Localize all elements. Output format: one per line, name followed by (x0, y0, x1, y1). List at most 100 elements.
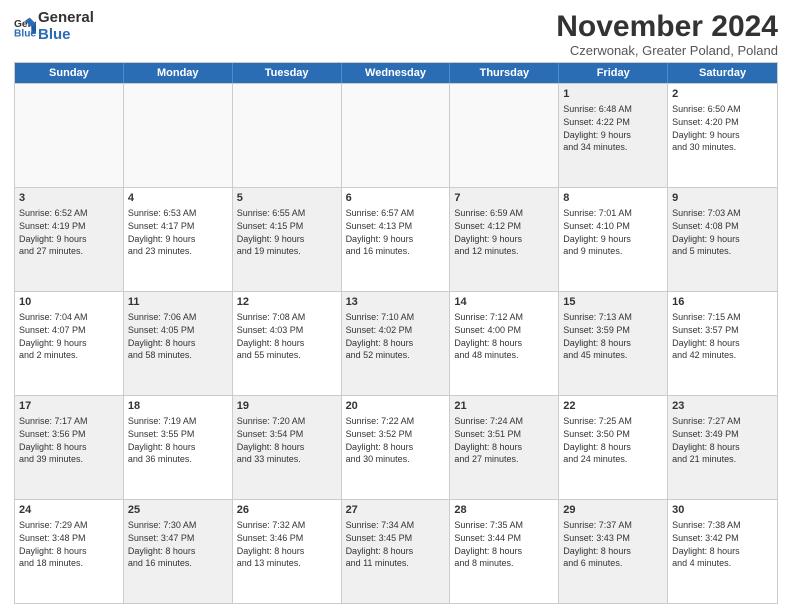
day-info: Sunrise: 6:59 AM Sunset: 4:12 PM Dayligh… (454, 208, 523, 257)
day-info: Sunrise: 7:35 AM Sunset: 3:44 PM Dayligh… (454, 520, 523, 569)
day-number: 18 (128, 399, 228, 414)
day-number: 19 (237, 399, 337, 414)
header-day-monday: Monday (124, 63, 233, 83)
calendar-day-15: 15 Sunrise: 7:13 AM Sunset: 3:59 PM Dayli… (559, 292, 668, 395)
day-info: Sunrise: 6:57 AM Sunset: 4:13 PM Dayligh… (346, 208, 415, 257)
day-info: Sunrise: 7:24 AM Sunset: 3:51 PM Dayligh… (454, 416, 523, 465)
day-info: Sunrise: 6:55 AM Sunset: 4:15 PM Dayligh… (237, 208, 306, 257)
day-number: 12 (237, 295, 337, 310)
calendar-row-4: 24 Sunrise: 7:29 AM Sunset: 3:48 PM Dayli… (15, 499, 777, 603)
day-number: 11 (128, 295, 228, 310)
title-block: November 2024 Czerwonak, Greater Poland,… (556, 10, 778, 58)
day-number: 6 (346, 191, 446, 206)
header-day-tuesday: Tuesday (233, 63, 342, 83)
svg-text:Blue: Blue (14, 28, 36, 38)
day-info: Sunrise: 7:30 AM Sunset: 3:47 PM Dayligh… (128, 520, 197, 569)
month-title: November 2024 (556, 10, 778, 43)
calendar: SundayMondayTuesdayWednesdayThursdayFrid… (14, 62, 778, 604)
header-row: General Blue General Blue November 2024 … (14, 10, 778, 58)
calendar-day-3: 3Sunrise: 6:52 AM Sunset: 4:19 PM Daylig… (15, 188, 124, 291)
calendar-empty-cell (450, 84, 559, 187)
day-info: Sunrise: 7:17 AM Sunset: 3:56 PM Dayligh… (19, 416, 88, 465)
day-number: 13 (346, 295, 446, 310)
day-number: 23 (672, 399, 773, 414)
calendar-row-3: 17Sunrise: 7:17 AM Sunset: 3:56 PM Dayli… (15, 395, 777, 499)
calendar-day-10: 10 Sunrise: 7:04 AM Sunset: 4:07 PM Dayli… (15, 292, 124, 395)
calendar-empty-cell (342, 84, 451, 187)
day-number: 16 (672, 295, 773, 310)
day-info: Sunrise: 7:29 AM Sunset: 3:48 PM Dayligh… (19, 520, 88, 569)
calendar-row-1: 3Sunrise: 6:52 AM Sunset: 4:19 PM Daylig… (15, 187, 777, 291)
calendar-day-21: 21 Sunrise: 7:24 AM Sunset: 3:51 PM Dayli… (450, 396, 559, 499)
day-number: 4 (128, 191, 228, 206)
calendar-day-4: 4 Sunrise: 6:53 AM Sunset: 4:17 PM Daylig… (124, 188, 233, 291)
subtitle: Czerwonak, Greater Poland, Poland (556, 43, 778, 58)
day-number: 24 (19, 503, 119, 518)
day-number: 2 (672, 87, 773, 102)
calendar-body: 1 Sunrise: 6:48 AM Sunset: 4:22 PM Daylig… (15, 83, 777, 603)
day-number: 5 (237, 191, 337, 206)
calendar-day-29: 29Sunrise: 7:37 AM Sunset: 3:43 PM Dayli… (559, 500, 668, 603)
day-info: Sunrise: 7:37 AM Sunset: 3:43 PM Dayligh… (563, 520, 632, 569)
day-info: Sunrise: 6:50 AM Sunset: 4:20 PM Dayligh… (672, 104, 741, 153)
day-info: Sunrise: 7:12 AM Sunset: 4:00 PM Dayligh… (454, 312, 523, 361)
calendar-day-22: 22 Sunrise: 7:25 AM Sunset: 3:50 PM Dayli… (559, 396, 668, 499)
day-number: 27 (346, 503, 446, 518)
day-number: 30 (672, 503, 773, 518)
calendar-row-0: 1 Sunrise: 6:48 AM Sunset: 4:22 PM Daylig… (15, 83, 777, 187)
logo-blue: Blue (38, 27, 94, 44)
calendar-day-20: 20Sunrise: 7:22 AM Sunset: 3:52 PM Dayli… (342, 396, 451, 499)
logo: General Blue General Blue (14, 10, 94, 43)
calendar-header: SundayMondayTuesdayWednesdayThursdayFrid… (15, 63, 777, 83)
day-info: Sunrise: 7:01 AM Sunset: 4:10 PM Dayligh… (563, 208, 632, 257)
day-info: Sunrise: 6:53 AM Sunset: 4:17 PM Dayligh… (128, 208, 197, 257)
day-number: 28 (454, 503, 554, 518)
day-info: Sunrise: 7:08 AM Sunset: 4:03 PM Dayligh… (237, 312, 306, 361)
header-day-sunday: Sunday (15, 63, 124, 83)
calendar-row-2: 10 Sunrise: 7:04 AM Sunset: 4:07 PM Dayli… (15, 291, 777, 395)
day-number: 8 (563, 191, 663, 206)
day-info: Sunrise: 7:10 AM Sunset: 4:02 PM Dayligh… (346, 312, 415, 361)
header-day-saturday: Saturday (668, 63, 777, 83)
day-info: Sunrise: 7:04 AM Sunset: 4:07 PM Dayligh… (19, 312, 88, 361)
calendar-empty-cell (233, 84, 342, 187)
header-day-friday: Friday (559, 63, 668, 83)
day-number: 15 (563, 295, 663, 310)
calendar-day-1: 1 Sunrise: 6:48 AM Sunset: 4:22 PM Daylig… (559, 84, 668, 187)
day-number: 10 (19, 295, 119, 310)
day-number: 1 (563, 87, 663, 102)
day-info: Sunrise: 6:52 AM Sunset: 4:19 PM Dayligh… (19, 208, 88, 257)
calendar-day-28: 28 Sunrise: 7:35 AM Sunset: 3:44 PM Dayli… (450, 500, 559, 603)
calendar-day-26: 26Sunrise: 7:32 AM Sunset: 3:46 PM Dayli… (233, 500, 342, 603)
day-number: 21 (454, 399, 554, 414)
calendar-day-17: 17Sunrise: 7:17 AM Sunset: 3:56 PM Dayli… (15, 396, 124, 499)
day-info: Sunrise: 7:34 AM Sunset: 3:45 PM Dayligh… (346, 520, 415, 569)
generalblue-logo-icon: General Blue (14, 16, 36, 38)
day-number: 22 (563, 399, 663, 414)
logo-general: General (38, 10, 94, 27)
day-info: Sunrise: 6:48 AM Sunset: 4:22 PM Dayligh… (563, 104, 632, 153)
calendar-day-23: 23Sunrise: 7:27 AM Sunset: 3:49 PM Dayli… (668, 396, 777, 499)
calendar-day-6: 6 Sunrise: 6:57 AM Sunset: 4:13 PM Daylig… (342, 188, 451, 291)
calendar-empty-cell (15, 84, 124, 187)
calendar-day-12: 12 Sunrise: 7:08 AM Sunset: 4:03 PM Dayli… (233, 292, 342, 395)
day-info: Sunrise: 7:32 AM Sunset: 3:46 PM Dayligh… (237, 520, 306, 569)
calendar-day-19: 19 Sunrise: 7:20 AM Sunset: 3:54 PM Dayli… (233, 396, 342, 499)
header-day-thursday: Thursday (450, 63, 559, 83)
calendar-day-11: 11Sunrise: 7:06 AM Sunset: 4:05 PM Dayli… (124, 292, 233, 395)
calendar-day-24: 24 Sunrise: 7:29 AM Sunset: 3:48 PM Dayli… (15, 500, 124, 603)
calendar-day-5: 5 Sunrise: 6:55 AM Sunset: 4:15 PM Daylig… (233, 188, 342, 291)
day-info: Sunrise: 7:25 AM Sunset: 3:50 PM Dayligh… (563, 416, 632, 465)
day-info: Sunrise: 7:03 AM Sunset: 4:08 PM Dayligh… (672, 208, 741, 257)
day-info: Sunrise: 7:38 AM Sunset: 3:42 PM Dayligh… (672, 520, 741, 569)
day-number: 20 (346, 399, 446, 414)
day-number: 9 (672, 191, 773, 206)
day-info: Sunrise: 7:20 AM Sunset: 3:54 PM Dayligh… (237, 416, 306, 465)
calendar-day-25: 25Sunrise: 7:30 AM Sunset: 3:47 PM Dayli… (124, 500, 233, 603)
day-number: 14 (454, 295, 554, 310)
page: General Blue General Blue November 2024 … (0, 0, 792, 612)
day-info: Sunrise: 7:19 AM Sunset: 3:55 PM Dayligh… (128, 416, 197, 465)
calendar-day-9: 9 Sunrise: 7:03 AM Sunset: 4:08 PM Daylig… (668, 188, 777, 291)
calendar-day-18: 18 Sunrise: 7:19 AM Sunset: 3:55 PM Dayli… (124, 396, 233, 499)
day-info: Sunrise: 7:13 AM Sunset: 3:59 PM Dayligh… (563, 312, 632, 361)
